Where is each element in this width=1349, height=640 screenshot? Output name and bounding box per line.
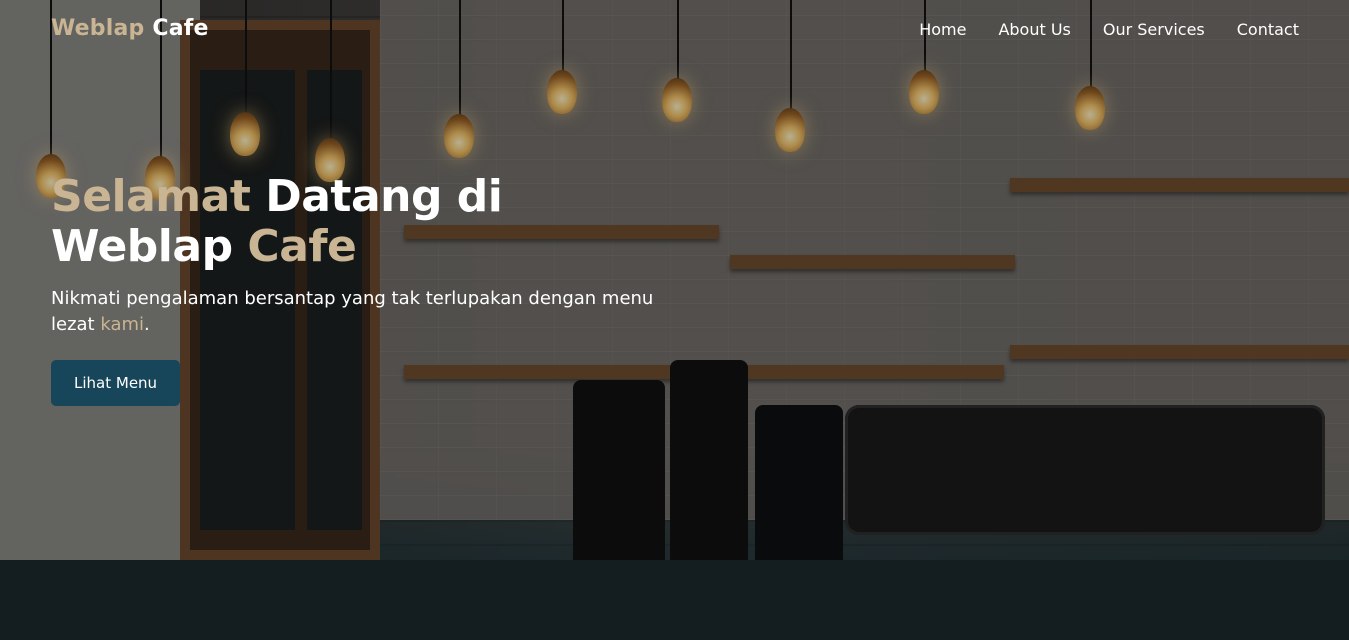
- hero-title-text-1: Datang di: [250, 171, 503, 222]
- hero-title-accent-2: Cafe: [247, 221, 357, 272]
- hero-subtitle-end: .: [144, 314, 150, 335]
- nav-item-our-services[interactable]: Our Services: [1103, 20, 1205, 39]
- hero-content: Selamat Datang di Weblap Cafe Nikmati pen…: [51, 172, 701, 406]
- view-menu-button[interactable]: Lihat Menu: [51, 360, 181, 406]
- hero-subtitle: Nikmati pengalaman bersantap yang tak te…: [51, 286, 681, 338]
- hero-subtitle-accent: kami: [100, 314, 145, 335]
- nav-item-about-us[interactable]: About Us: [998, 20, 1070, 39]
- brand-name-part2: Cafe: [152, 16, 209, 41]
- navbar: Weblap Cafe Home About Us Our Services C…: [0, 0, 1349, 62]
- nav-item-contact[interactable]: Contact: [1237, 20, 1299, 39]
- brand-name-part1: Weblap: [51, 16, 145, 41]
- hero-section: Weblap Cafe Home About Us Our Services C…: [0, 0, 1349, 640]
- hero-title-accent-1: Selamat: [51, 171, 251, 222]
- hero-title: Selamat Datang di Weblap Cafe: [51, 172, 701, 272]
- nav-links: Home About Us Our Services Contact: [919, 20, 1299, 39]
- nav-item-home[interactable]: Home: [919, 20, 966, 39]
- brand-logo[interactable]: Weblap Cafe: [51, 16, 209, 41]
- hero-title-text-2: Weblap: [51, 221, 233, 272]
